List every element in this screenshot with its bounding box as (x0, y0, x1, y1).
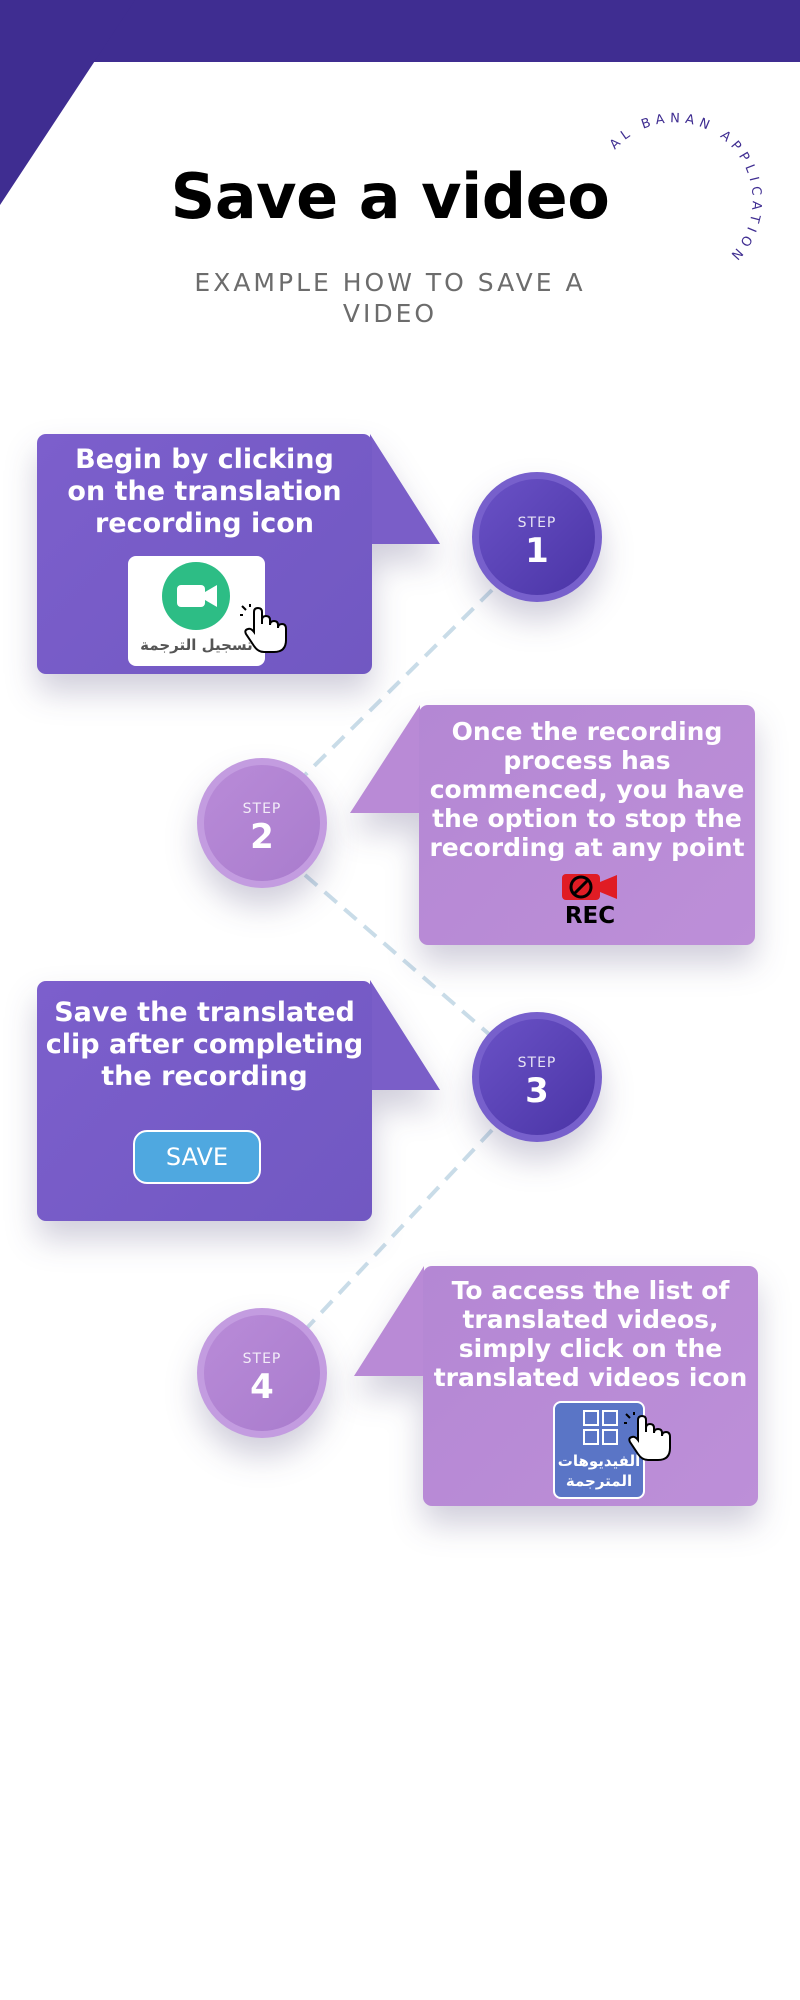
step-4-line-3: simply click on the (458, 1334, 723, 1363)
grid-icon (583, 1410, 618, 1445)
step-4-label: STEP (242, 1351, 282, 1367)
step-4-number: 4 (250, 1367, 274, 1407)
step-4-line-1: To access the list of (451, 1276, 730, 1305)
translated-videos-caption-2: المترجمة (565, 1472, 633, 1490)
step-4-line-4: translated videos icon (433, 1363, 748, 1392)
step-4-line-2: translated videos, (462, 1305, 719, 1334)
hand-pointer-icon (624, 1412, 671, 1461)
step-4-badge: STEP 4 (197, 1308, 327, 1438)
